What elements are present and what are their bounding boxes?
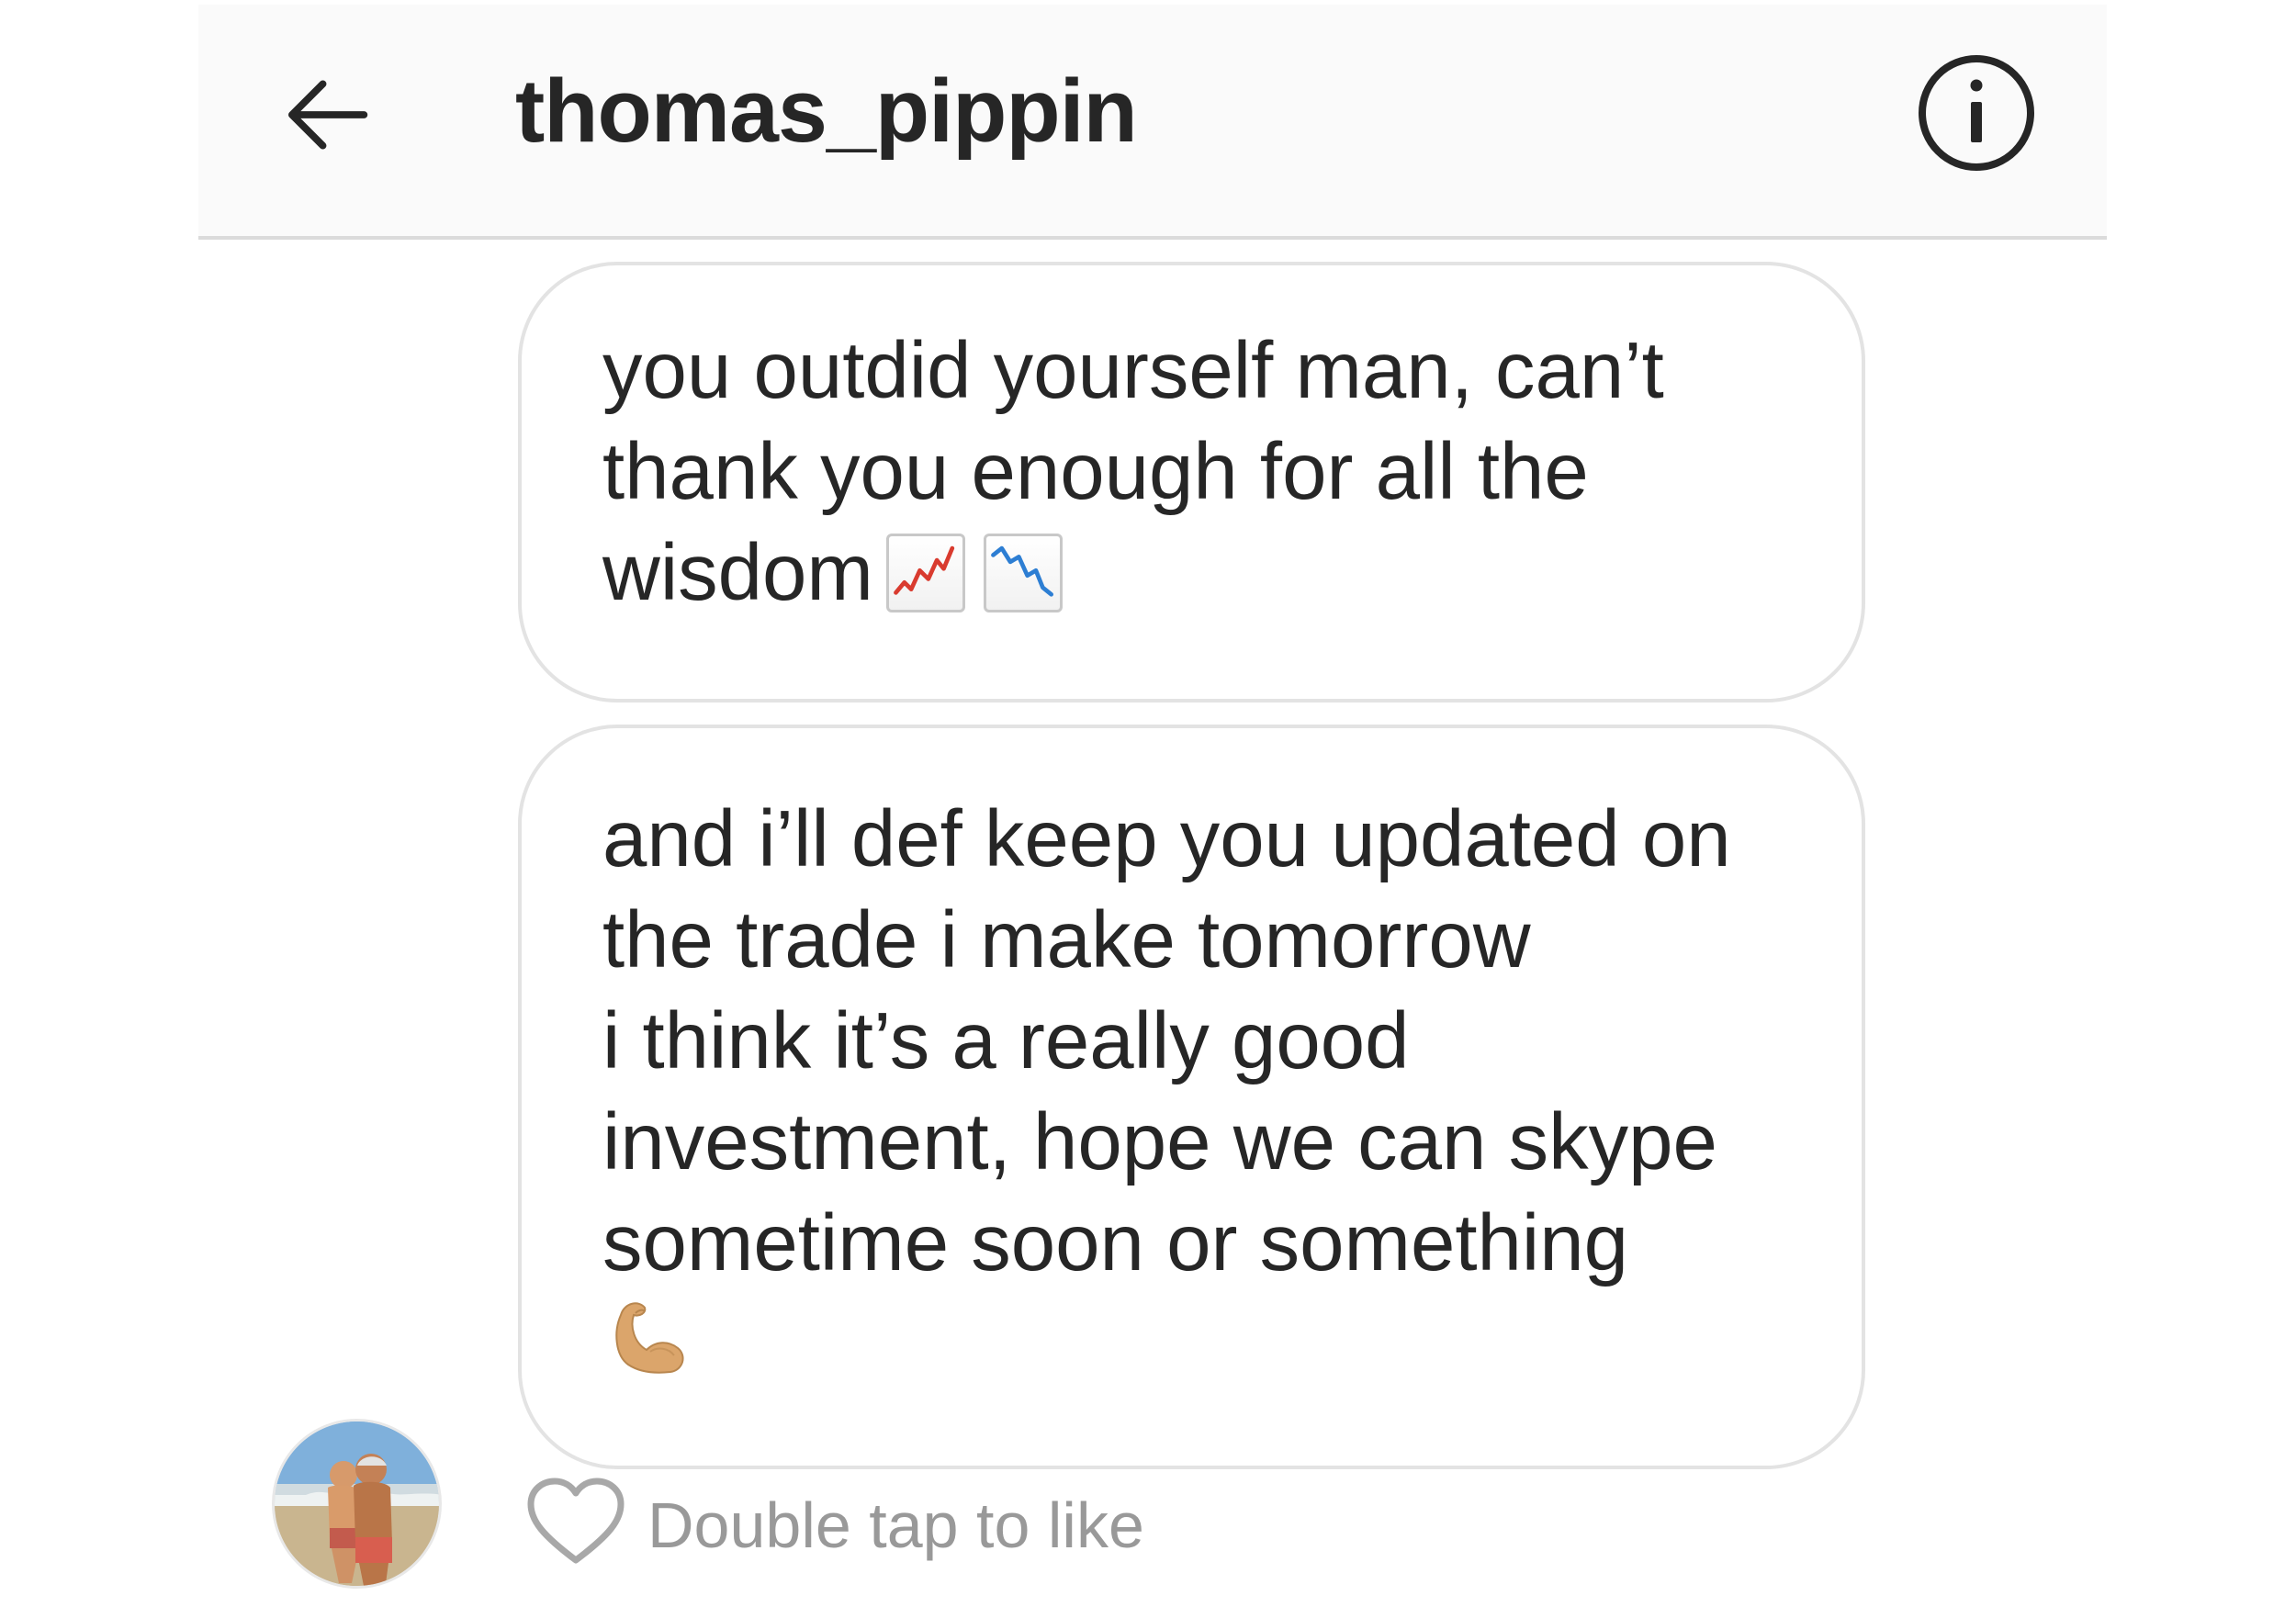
info-circle-icon	[1919, 55, 2034, 171]
back-button[interactable]	[263, 51, 391, 179]
avatar[interactable]	[272, 1419, 442, 1589]
direct-message-screen: thomas_pippin you outdid yourself man, c…	[198, 0, 2107, 1607]
like-button[interactable]	[524, 1474, 627, 1577]
chart-decreasing-icon	[983, 534, 1063, 613]
message-text-content: you outdid yourself man, can’t thank you…	[602, 326, 1664, 617]
message-text: and i’ll def keep you updated on the tra…	[602, 794, 1731, 1287]
chat-header: thomas_pippin	[198, 5, 2107, 240]
arrow-left-icon	[288, 80, 368, 150]
info-button[interactable]	[1912, 49, 2041, 177]
flexed-biceps-icon	[615, 1302, 684, 1374]
page-title[interactable]: thomas_pippin	[515, 58, 1138, 164]
profile-avatar-image	[275, 1422, 439, 1586]
heart-outline-icon	[527, 1478, 625, 1564]
like-row[interactable]: Double tap to like	[524, 1474, 1144, 1577]
message-text: you outdid yourself man, can’t thank you…	[602, 320, 1816, 624]
emoji-group	[885, 534, 1063, 613]
message-bubble[interactable]: you outdid yourself man, can’t thank you…	[518, 262, 1865, 702]
message-bubble[interactable]: and i’ll def keep you updated on the tra…	[518, 725, 1865, 1469]
double-tap-to-like-text: Double tap to like	[647, 1489, 1144, 1561]
chart-increasing-icon	[885, 534, 965, 613]
